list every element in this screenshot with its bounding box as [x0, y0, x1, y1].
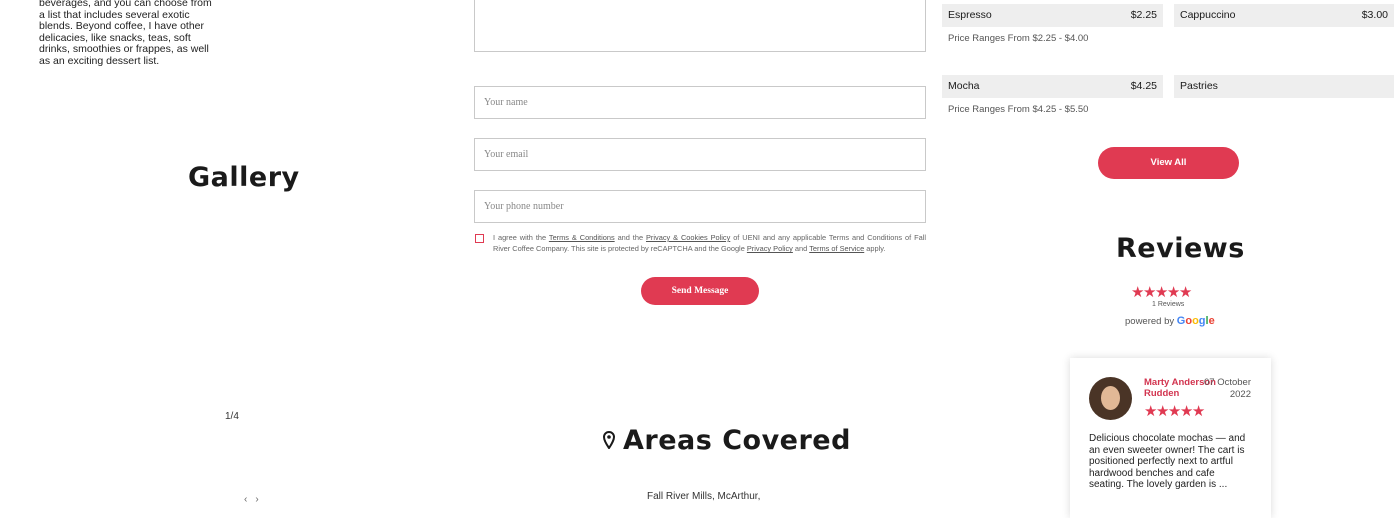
- menu-item-pastries[interactable]: Pastries: [1174, 75, 1394, 98]
- consent-text-part: and the: [614, 233, 646, 242]
- reviews-heading: Reviews: [1116, 233, 1245, 264]
- powered-by-text: powered by: [1125, 316, 1175, 327]
- areas-title: Areas Covered: [623, 425, 851, 456]
- star-icon: ★: [1144, 403, 1157, 420]
- menu-item-price: $3.00: [1361, 9, 1388, 21]
- name-input[interactable]: Your name: [474, 86, 926, 119]
- price-range: Price Ranges From $2.25 - $4.00: [948, 33, 1089, 44]
- google-terms-link[interactable]: Terms of Service: [809, 244, 864, 253]
- star-icon: ★: [1155, 403, 1169, 420]
- privacy-cookies-link[interactable]: Privacy & Cookies Policy: [646, 233, 730, 242]
- menu-item-price: $4.25: [1130, 80, 1157, 92]
- map-pin-icon: [602, 429, 623, 450]
- review-text: Delicious chocolate mochas — and an even…: [1089, 433, 1246, 490]
- view-all-button[interactable]: View All: [1098, 147, 1239, 179]
- star-icon: ★: [1167, 403, 1181, 420]
- powered-by-google: powered by Google: [1125, 315, 1215, 327]
- consent-checkbox[interactable]: [475, 234, 484, 243]
- menu-item-name: Pastries: [1180, 80, 1218, 92]
- about-text: beverages, and you can choose from a lis…: [39, 0, 212, 67]
- star-icon: ★: [1178, 284, 1192, 301]
- star-icon: ★: [1142, 284, 1156, 301]
- price-range: Price Ranges From $4.25 - $5.50: [948, 104, 1089, 115]
- menu-item-name: Mocha: [948, 80, 980, 92]
- review-card: Marty Anderson Rudden 07 October 2022 ★★…: [1070, 358, 1271, 518]
- email-input[interactable]: Your email: [474, 138, 926, 171]
- star-icon: ★: [1154, 284, 1168, 301]
- menu-item-name: Cappuccino: [1180, 9, 1236, 21]
- menu-item-price: $2.25: [1130, 9, 1157, 21]
- message-textarea[interactable]: [474, 0, 926, 52]
- menu-item-espresso[interactable]: Espresso $2.25: [942, 4, 1163, 27]
- consent-text-part: I agree with the: [493, 233, 549, 242]
- rating-stars: ★★★★★: [1131, 283, 1192, 301]
- gallery-counter: 1/4: [225, 411, 239, 422]
- star-icon: ★: [1179, 403, 1193, 420]
- terms-link[interactable]: Terms & Conditions: [549, 233, 615, 242]
- menu-item-mocha[interactable]: Mocha $4.25: [942, 75, 1163, 98]
- menu-item-name: Espresso: [948, 9, 992, 21]
- gallery-heading: Gallery: [188, 162, 300, 193]
- areas-heading: Areas Covered: [602, 425, 851, 456]
- menu-item-cappuccino[interactable]: Cappuccino $3.00: [1174, 4, 1394, 27]
- review-stars: ★★★★★: [1144, 402, 1205, 420]
- reviewer-avatar: [1089, 377, 1132, 420]
- star-icon: ★: [1191, 403, 1205, 420]
- consent-block: I agree with the Terms & Conditions and …: [474, 232, 926, 268]
- reviews-count: 1 Reviews: [1152, 301, 1185, 308]
- consent-text-part: apply.: [864, 244, 886, 254]
- google-privacy-link[interactable]: Privacy Policy: [747, 244, 793, 253]
- areas-list: Fall River Mills, McArthur,: [647, 491, 761, 502]
- star-icon: ★: [1166, 284, 1180, 301]
- star-icon: ★: [1131, 284, 1144, 301]
- phone-input[interactable]: Your phone number: [474, 190, 926, 223]
- review-date: 07 October 2022: [1204, 377, 1251, 400]
- consent-text: I agree with the Terms & Conditions and …: [493, 232, 926, 255]
- consent-text-part: and: [792, 244, 810, 254]
- send-message-button[interactable]: Send Message: [641, 277, 759, 305]
- google-logo: Google: [1176, 315, 1215, 327]
